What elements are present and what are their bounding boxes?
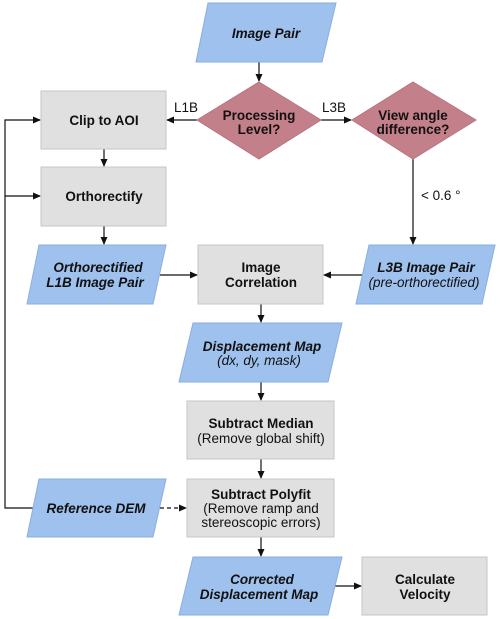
node-calculate-velocity: Calculate Velocity xyxy=(361,556,488,616)
node-clip-to-aoi: Clip to AOI xyxy=(40,90,167,150)
node-orthorectified-l1b-pair: Orthorectified L1B Image Pair xyxy=(26,244,167,305)
svg-text:Image: Image xyxy=(241,260,281,275)
svg-text:(pre-orthorectified): (pre-orthorectified) xyxy=(368,275,479,290)
node-image-correlation: Image Correlation xyxy=(197,244,324,305)
node-image-pair: Image Pair xyxy=(195,2,337,63)
node-displacement-map: Displacement Map (dx, dy, mask) xyxy=(178,322,343,383)
node-reference-dem: Reference DEM xyxy=(26,478,167,538)
edge-dem-clip xyxy=(4,116,41,509)
svg-text:difference?: difference? xyxy=(377,122,450,137)
svg-text:stereoscopic errors): stereoscopic errors) xyxy=(201,515,320,530)
svg-text:Calculate: Calculate xyxy=(395,572,456,587)
node-view-angle-difference: View angle difference? xyxy=(351,81,477,160)
svg-text:Subtract Polyfit: Subtract Polyfit xyxy=(211,487,311,502)
node-processing-level: Processing Level? xyxy=(196,81,322,160)
svg-text:Correlation: Correlation xyxy=(225,275,297,290)
node-l3b-image-pair: L3B Image Pair (pre-orthorectified) xyxy=(355,244,496,305)
flowchart: L1B L3B < 0.6 ° Image Pair Processing Le… xyxy=(4,2,496,616)
svg-text:(dx, dy, mask): (dx, dy, mask) xyxy=(217,353,301,368)
svg-text:Reference DEM: Reference DEM xyxy=(46,501,146,516)
svg-text:Corrected: Corrected xyxy=(230,572,295,587)
svg-text:Displacement Map: Displacement Map xyxy=(200,587,319,602)
svg-text:Image Pair: Image Pair xyxy=(232,26,301,41)
svg-text:Velocity: Velocity xyxy=(399,587,451,602)
svg-text:(Remove global shift): (Remove global shift) xyxy=(197,431,325,446)
label-angle-threshold: < 0.6 ° xyxy=(421,188,461,203)
svg-text:L1B Image Pair: L1B Image Pair xyxy=(46,275,144,290)
node-subtract-polyfit: Subtract Polyfit (Remove ramp and stereo… xyxy=(186,478,335,538)
svg-text:Level?: Level? xyxy=(238,122,281,137)
svg-text:Orthorectify: Orthorectify xyxy=(65,189,143,204)
label-l3b: L3B xyxy=(322,100,346,115)
node-subtract-median: Subtract Median (Remove global shift) xyxy=(186,400,335,460)
label-l1b: L1B xyxy=(174,100,198,115)
node-orthorectify: Orthorectify xyxy=(40,166,167,227)
svg-text:Processing: Processing xyxy=(223,108,296,123)
svg-text:View angle: View angle xyxy=(378,108,448,123)
svg-text:Orthorectified: Orthorectified xyxy=(53,260,143,275)
svg-text:L3B Image Pair: L3B Image Pair xyxy=(377,260,475,275)
svg-text:Subtract Median: Subtract Median xyxy=(208,416,313,431)
svg-text:Clip to AOI: Clip to AOI xyxy=(69,113,138,128)
svg-text:Displacement Map: Displacement Map xyxy=(203,339,322,354)
node-corrected-displacement-map: Corrected Displacement Map xyxy=(178,556,343,616)
svg-text:(Remove ramp and: (Remove ramp and xyxy=(203,501,319,516)
